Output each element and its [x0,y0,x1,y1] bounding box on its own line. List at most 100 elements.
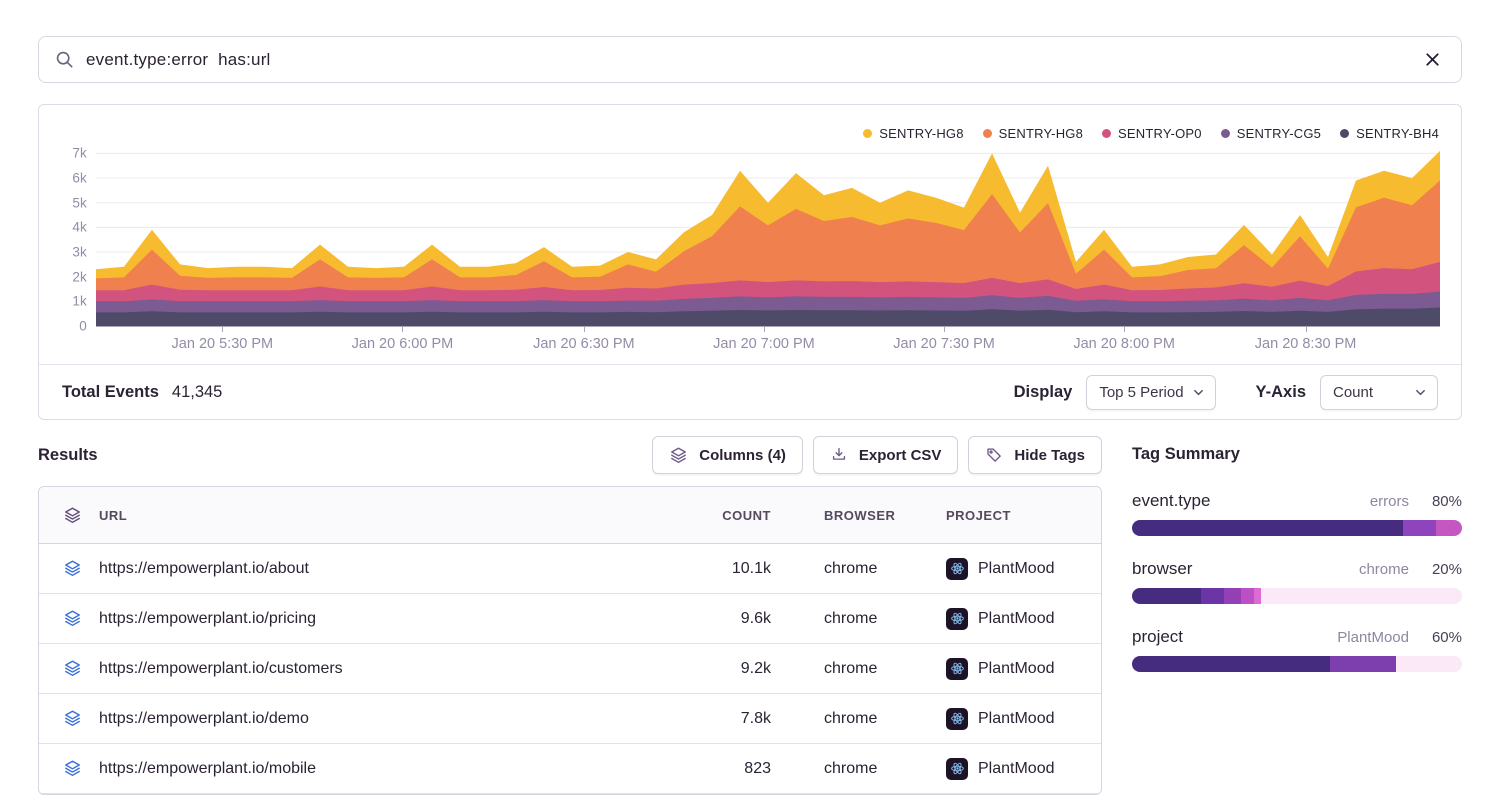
table-row: https://empowerplant.io/customers 9.2k c… [39,644,1101,694]
legend-item[interactable]: SENTRY-CG5 [1221,126,1321,141]
layers-icon[interactable] [63,609,82,628]
table-row: https://empowerplant.io/about 10.1k chro… [39,544,1101,594]
y-tick-label: 6k [72,171,87,186]
y-tick-label: 0 [79,319,87,334]
tag-distribution-bar[interactable] [1132,520,1462,536]
tag-bar-segment [1224,588,1241,604]
tag-bar-segment [1241,588,1254,604]
project-avatar-atom-icon [946,558,968,580]
button-label: Columns (4) [699,447,786,464]
layers-icon[interactable] [63,709,82,728]
layers-icon [669,446,688,465]
tag-distribution-bar[interactable] [1132,656,1462,672]
search-bar[interactable] [38,36,1462,83]
url-cell: https://empowerplant.io/mobile [39,759,661,778]
search-icon [55,50,74,69]
yaxis-select[interactable]: Count [1320,375,1438,410]
export-csv-button[interactable]: Export CSV [813,436,959,474]
tag-summary: Tag Summary event.type errors 80% browse… [1132,436,1462,795]
column-header-url[interactable]: URL [39,506,661,525]
display-select[interactable]: Top 5 Period [1086,375,1215,410]
url-value[interactable]: https://empowerplant.io/mobile [99,760,316,778]
project-cell: PlantMood [921,708,1101,730]
columns-4-button[interactable]: Columns (4) [652,436,803,474]
results-table: URL COUNT BROWSER PROJECT https://empowe… [38,486,1102,795]
count-cell: 7.8k [661,710,771,728]
tag-summary-title: Tag Summary [1132,445,1462,464]
layers-icon[interactable] [63,506,82,525]
column-header-project[interactable]: PROJECT [921,508,1101,523]
tag-bar-segment [1132,588,1201,604]
browser-cell: chrome [771,710,921,728]
tag-distribution-bar[interactable] [1132,588,1462,604]
project-avatar-atom-icon [946,758,968,780]
legend-item[interactable]: SENTRY-HG8 [983,126,1083,141]
x-tick-label: Jan 20 5:30 PM [172,336,274,352]
x-tick-mark [402,327,403,332]
x-tick-mark [584,327,585,332]
legend-item[interactable]: SENTRY-BH4 [1340,126,1439,141]
search-input[interactable] [86,50,1422,70]
x-tick-label: Jan 20 6:00 PM [352,336,454,352]
project-name: PlantMood [978,660,1055,678]
y-tick-label: 1k [72,294,87,309]
clear-search-icon[interactable] [1422,49,1443,70]
yaxis-label: Y-Axis [1256,383,1306,402]
tag-top-value: errors [1370,493,1409,510]
column-header-count[interactable]: COUNT [661,508,771,523]
browser-cell: chrome [771,610,921,628]
count-cell: 10.1k [661,560,771,578]
total-events: Total Events 41,345 [62,383,222,402]
yaxis-select-value: Count [1333,384,1373,401]
legend-item[interactable]: SENTRY-HG8 [863,126,963,141]
total-events-value: 41,345 [172,383,222,402]
legend-item[interactable]: SENTRY-OP0 [1102,126,1202,141]
layers-icon[interactable] [63,659,82,678]
legend-label: SENTRY-HG8 [999,126,1083,141]
tag-key: event.type [1132,491,1370,511]
chevron-down-icon [1192,386,1205,399]
url-value[interactable]: https://empowerplant.io/about [99,560,309,578]
project-cell: PlantMood [921,758,1101,780]
legend-label: SENTRY-CG5 [1237,126,1321,141]
x-tick-label: Jan 20 8:00 PM [1073,336,1175,352]
url-cell: https://empowerplant.io/pricing [39,609,661,628]
tag-percentage: 20% [1426,561,1462,578]
url-value[interactable]: https://empowerplant.io/demo [99,710,309,728]
browser-cell: chrome [771,760,921,778]
table-body: https://empowerplant.io/about 10.1k chro… [39,544,1101,794]
legend-dot [863,129,872,138]
y-tick-label: 4k [72,220,87,235]
x-tick-label: Jan 20 8:30 PM [1255,336,1357,352]
button-label: Hide Tags [1014,447,1085,464]
project-name: PlantMood [978,560,1055,578]
chart-footer: Total Events 41,345 Display Top 5 Period… [39,364,1461,419]
display-label: Display [1014,383,1073,402]
x-tick-label: Jan 20 7:30 PM [893,336,995,352]
project-name: PlantMood [978,710,1055,728]
legend-dot [1102,129,1111,138]
table-row: https://empowerplant.io/pricing 9.6k chr… [39,594,1101,644]
legend-dot [1340,129,1349,138]
tag-summary-item: browser chrome 20% [1132,559,1462,604]
url-cell: https://empowerplant.io/demo [39,709,661,728]
hide-tags-button[interactable]: Hide Tags [968,436,1102,474]
layers-icon[interactable] [63,559,82,578]
stacked-area-chart[interactable] [96,146,1440,326]
tag-percentage: 80% [1426,493,1462,510]
column-header-browser[interactable]: BROWSER [771,508,921,523]
url-value[interactable]: https://empowerplant.io/pricing [99,610,316,628]
url-cell: https://empowerplant.io/about [39,559,661,578]
x-tick-label: Jan 20 6:30 PM [533,336,635,352]
y-tick-label: 3k [72,245,87,260]
browser-cell: chrome [771,560,921,578]
project-cell: PlantMood [921,608,1101,630]
legend-dot [1221,129,1230,138]
url-value[interactable]: https://empowerplant.io/customers [99,660,343,678]
y-tick-label: 5k [72,195,87,210]
results-toolbar: Columns (4) Export CSV Hide Tags [652,436,1102,474]
tag-bar-segment [1396,656,1462,672]
layers-icon[interactable] [63,759,82,778]
legend-dot [983,129,992,138]
project-avatar-atom-icon [946,708,968,730]
